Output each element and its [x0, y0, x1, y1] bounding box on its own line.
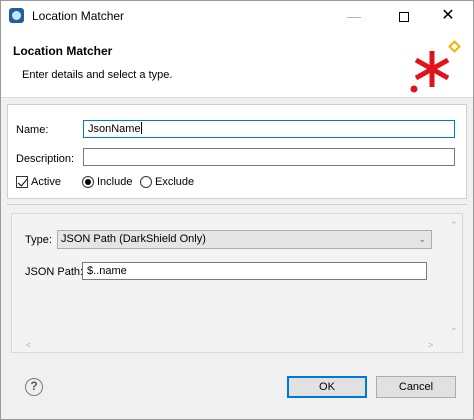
type-select[interactable]: JSON Path (DarkShield Only) ⌄ [57, 230, 432, 249]
section-divider [7, 204, 467, 205]
json-path-input[interactable]: $..name [82, 262, 427, 280]
text-caret [140, 122, 142, 134]
name-input[interactable]: JsonName [83, 120, 455, 138]
maximize-icon [399, 12, 409, 23]
include-radio[interactable]: Include [82, 176, 132, 188]
location-matcher-dialog: Location Matcher — ✕ Location Matcher En… [0, 0, 474, 420]
scroll-left-icon[interactable]: < [26, 340, 31, 350]
scroll-down-icon[interactable]: ⌄ [450, 322, 458, 333]
window-title: Location Matcher [32, 9, 125, 23]
help-button[interactable]: ? [25, 378, 43, 396]
general-panel: Name: JsonName Description: Active Inclu… [7, 104, 467, 199]
ok-button[interactable]: OK [287, 376, 367, 398]
help-icon: ? [30, 379, 38, 393]
name-label: Name: [16, 124, 49, 136]
maximize-button[interactable] [381, 1, 427, 31]
app-icon [9, 8, 24, 23]
close-button[interactable]: ✕ [425, 1, 471, 31]
scroll-right-icon[interactable]: > [428, 340, 433, 350]
exclude-label: Exclude [155, 176, 195, 188]
json-path-label: JSON Path: [25, 266, 84, 278]
header-banner: Location Matcher Enter details and selec… [1, 31, 473, 98]
description-label: Description: [16, 153, 75, 165]
scroll-up-icon[interactable]: ⌃ [450, 220, 458, 231]
asterisk-logo-icon [410, 40, 461, 93]
type-details-panel: Type: JSON Path (DarkShield Only) ⌄ JSON… [11, 213, 463, 353]
banner-title: Location Matcher [13, 44, 113, 58]
include-label: Include [97, 176, 133, 188]
minimize-button[interactable]: — [331, 1, 377, 31]
active-label: Active [31, 176, 61, 188]
radio-selected-icon [82, 176, 94, 188]
chevron-down-icon: ⌄ [418, 234, 426, 244]
description-input[interactable] [83, 148, 455, 166]
close-icon: ✕ [441, 7, 455, 24]
checkbox-checked-icon [16, 176, 28, 188]
vertical-scrollbar[interactable]: ⌃ ⌄ [447, 214, 463, 352]
type-label: Type: [25, 234, 52, 246]
json-path-input-value: $..name [87, 265, 127, 277]
title-bar: Location Matcher — ✕ [1, 1, 473, 31]
type-select-value: JSON Path (DarkShield Only) [61, 233, 206, 245]
banner-description: Enter details and select a type. [22, 69, 173, 81]
active-checkbox[interactable]: Active [16, 176, 61, 188]
exclude-radio[interactable]: Exclude [140, 176, 194, 188]
radio-unselected-icon [140, 176, 152, 188]
name-input-value: JsonName [88, 123, 141, 135]
cancel-button[interactable]: Cancel [376, 376, 456, 398]
